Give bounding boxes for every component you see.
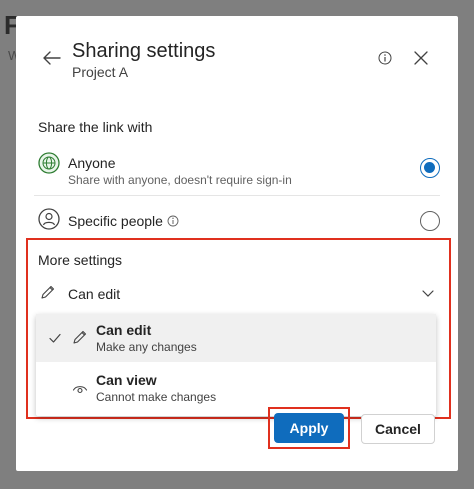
info-button[interactable] xyxy=(377,50,393,66)
share-option-anyone[interactable]: Anyone Share with anyone, doesn't requir… xyxy=(34,140,440,196)
radio-anyone[interactable] xyxy=(420,158,440,178)
option-specific-people-label: Specific people xyxy=(68,213,179,229)
globe-icon xyxy=(38,152,60,174)
option-anyone-description: Share with anyone, doesn't require sign-… xyxy=(68,173,292,187)
menu-item-can-view-label: Can view xyxy=(96,372,157,388)
permission-value: Can edit xyxy=(68,286,121,302)
chevron-down-icon xyxy=(422,290,434,297)
info-icon[interactable] xyxy=(167,215,179,227)
menu-item-can-edit-label: Can edit xyxy=(96,322,152,338)
arrow-left-icon xyxy=(43,51,61,65)
checkmark-icon xyxy=(49,333,61,343)
sharing-settings-dialog: Sharing settings Project A Share the lin… xyxy=(16,16,458,471)
menu-item-can-view[interactable]: Can view Cannot make changes xyxy=(36,364,436,412)
dialog-subtitle: Project A xyxy=(72,64,129,80)
more-settings-section: More settings Can edit Can edit Make any… xyxy=(26,238,451,419)
apply-button-highlight: Apply xyxy=(268,407,350,449)
radio-specific-people[interactable] xyxy=(420,211,440,231)
menu-item-can-view-description: Cannot make changes xyxy=(96,390,217,404)
permission-dropdown[interactable]: Can edit xyxy=(28,278,449,306)
info-icon xyxy=(378,51,392,65)
menu-item-can-edit[interactable]: Can edit Make any changes xyxy=(36,314,436,362)
option-specific-people-text: Specific people xyxy=(68,213,163,229)
pencil-icon xyxy=(41,285,55,299)
dialog-header: Sharing settings Project A xyxy=(16,16,458,96)
share-option-specific-people[interactable]: Specific people xyxy=(34,196,440,244)
close-icon xyxy=(414,51,428,65)
menu-item-can-edit-description: Make any changes xyxy=(96,340,197,354)
permission-menu: Can edit Make any changes Can view Canno… xyxy=(36,314,436,416)
share-section-label: Share the link with xyxy=(38,119,153,135)
person-icon xyxy=(38,208,60,230)
option-anyone-label: Anyone xyxy=(68,155,116,171)
eye-icon xyxy=(72,386,88,394)
more-settings-label: More settings xyxy=(38,252,123,268)
dialog-title: Sharing settings xyxy=(72,40,216,62)
cancel-button[interactable]: Cancel xyxy=(361,414,435,444)
apply-button[interactable]: Apply xyxy=(274,413,344,443)
close-button[interactable] xyxy=(412,49,430,67)
pencil-icon xyxy=(73,330,87,344)
back-button[interactable] xyxy=(42,48,62,68)
